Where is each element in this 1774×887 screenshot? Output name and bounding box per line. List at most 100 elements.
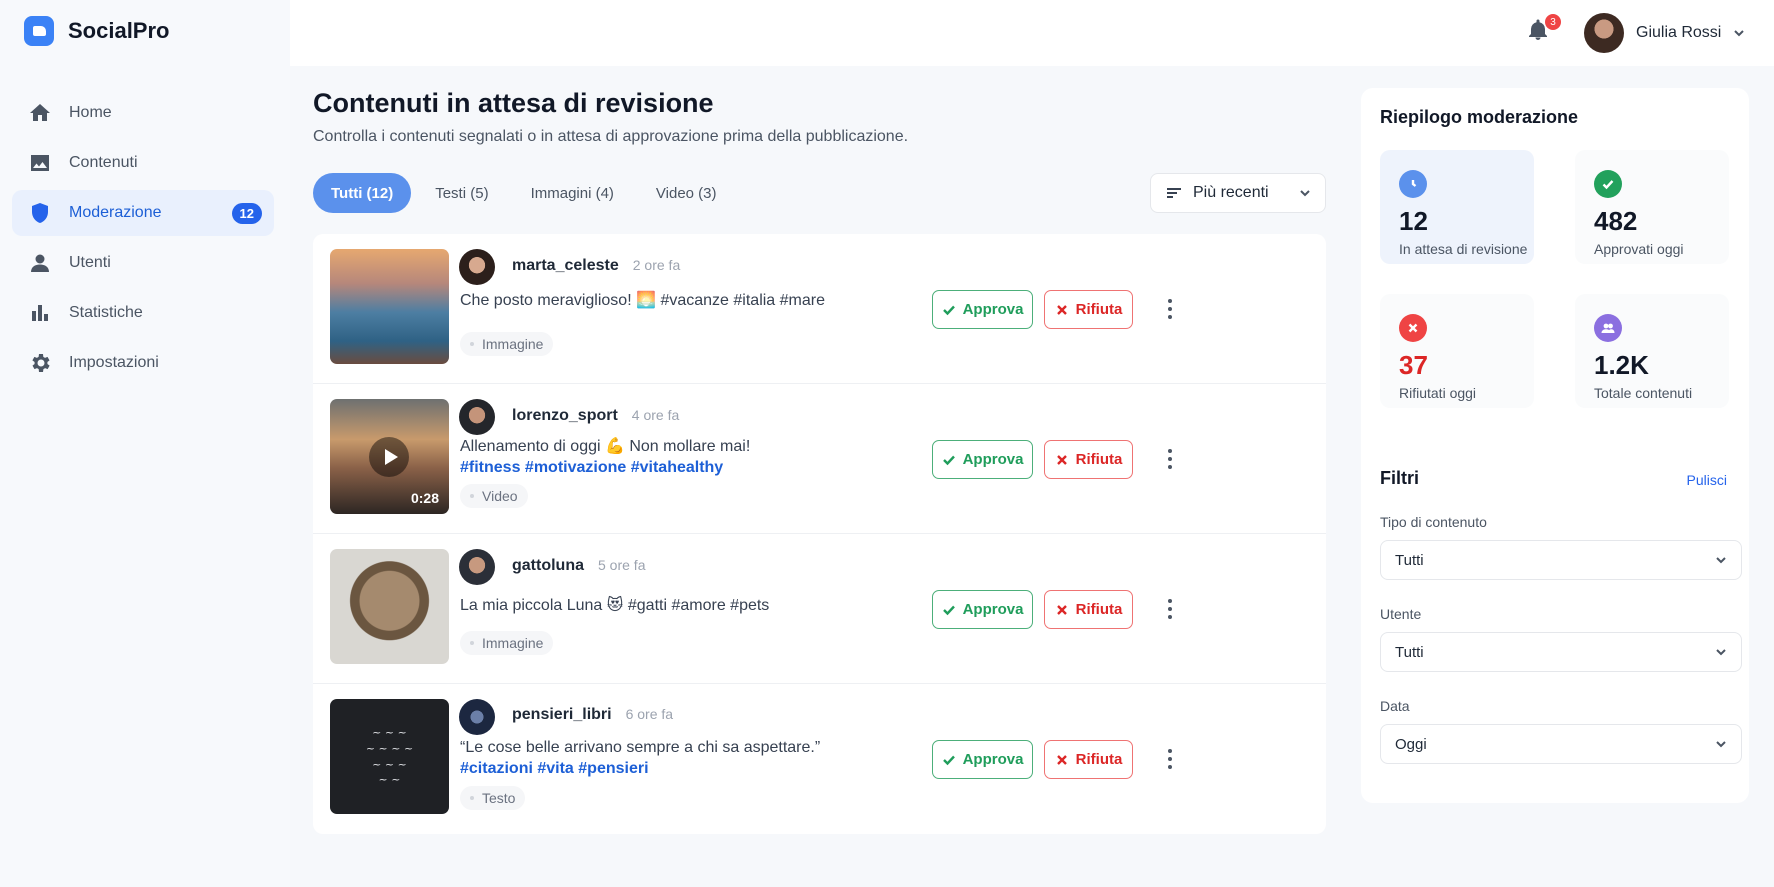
reject-button[interactable]: Rifiuta [1044, 290, 1133, 329]
author-name[interactable]: lorenzo_sport 4 ore fa [512, 407, 679, 425]
reject-button[interactable]: Rifiuta [1044, 590, 1133, 629]
app-name: SocialPro [68, 18, 170, 43]
sidebar: SocialPro Home Contenuti Moderazione 12 … [0, 0, 290, 887]
author-avatar[interactable] [459, 549, 495, 585]
stat-label: Approvati oggi [1594, 241, 1684, 257]
author-name[interactable]: marta_celeste 2 ore fa [512, 257, 680, 275]
filter-tabs: Tutti (12) Testi (5) Immagini (4) Video … [313, 173, 735, 213]
user-filter-label: Utente [1380, 606, 1422, 622]
post-time: 5 ore fa [598, 557, 646, 573]
post-hashtags[interactable]: #citazioni #vita #pensieri [460, 760, 649, 778]
clock-icon [1399, 170, 1427, 198]
close-icon [1056, 304, 1067, 315]
sidebar-item-impostazioni[interactable]: Impostazioni [12, 340, 274, 386]
author-name[interactable]: gattoluna 5 ore fa [512, 557, 645, 575]
close-icon [1056, 754, 1067, 765]
date-select[interactable]: Oggi [1380, 724, 1742, 764]
sort-icon [1167, 188, 1181, 198]
author-avatar[interactable] [459, 399, 495, 435]
post-hashtags[interactable]: #fitness #motivazione #vitahealthy [460, 459, 723, 477]
sidebar-item-moderazione[interactable]: Moderazione 12 [12, 190, 274, 236]
stat-value: 37 [1399, 350, 1428, 380]
content-type-badge: Video [460, 484, 528, 508]
content-type-select[interactable]: Tutti [1380, 540, 1742, 580]
stat-approved: 482 Approvati oggi [1575, 150, 1729, 264]
check-circle-icon [1594, 170, 1622, 198]
date-filter-label: Data [1380, 698, 1410, 714]
sidebar-item-label: Statistiche [69, 304, 143, 321]
stat-value: 482 [1594, 206, 1638, 236]
moderation-summary-panel: Riepilogo moderazione 12 In attesa di re… [1361, 88, 1749, 803]
chevron-down-icon [1734, 30, 1745, 37]
approve-label: Approva [962, 301, 1024, 318]
user-icon [31, 254, 49, 272]
content-type-label: Tipo di contenuto [1380, 514, 1487, 530]
tab-tutti[interactable]: Tutti (12) [313, 173, 412, 213]
sidebar-item-home[interactable]: Home [12, 90, 274, 136]
check-icon [942, 455, 955, 465]
approve-button[interactable]: Approva [932, 590, 1033, 629]
approve-button[interactable]: Approva [932, 440, 1033, 479]
post-time: 2 ore fa [632, 257, 681, 273]
post-text: Che posto meraviglioso! 🌅 #vacanze #ital… [460, 292, 825, 309]
content-row: ~ ~ ~ ~ ~ ~ ~ ~ ~ ~ ~ ~ pensieri_libri 6 ore… [313, 684, 1326, 834]
author-avatar[interactable] [459, 699, 495, 735]
user-select[interactable]: Tutti [1380, 632, 1742, 672]
author-name[interactable]: pensieri_libri 6 ore fa [512, 706, 673, 724]
check-icon [942, 755, 955, 765]
chevron-down-icon [1716, 741, 1726, 748]
app-logo[interactable]: SocialPro [24, 16, 169, 46]
quote-image-text: ~ ~ ~ ~ ~ ~ ~ ~ ~ ~ ~ ~ [365, 725, 414, 787]
author-username: lorenzo_sport [512, 407, 618, 424]
date-filter-value: Oggi [1395, 735, 1427, 753]
sidebar-item-contenuti[interactable]: Contenuti [12, 140, 274, 186]
stat-label: Totale contenuti [1594, 385, 1693, 401]
sidebar-item-statistiche[interactable]: Statistiche [12, 290, 274, 336]
sort-label: Più recenti [1193, 184, 1269, 201]
approve-label: Approva [962, 601, 1024, 618]
approve-button[interactable]: Approva [932, 290, 1033, 329]
stat-value: 12 [1399, 206, 1428, 236]
page-subtitle: Controlla i contenuti segnalati o in att… [313, 128, 909, 145]
more-options-icon[interactable] [1165, 599, 1175, 619]
post-thumbnail[interactable] [330, 549, 449, 664]
sidebar-item-label: Impostazioni [69, 354, 159, 371]
close-circle-icon [1399, 314, 1427, 342]
play-icon[interactable] [369, 437, 409, 477]
post-text: Allenamento di oggi 💪 Non mollare mai! [460, 438, 751, 455]
logo-icon [24, 16, 54, 46]
sidebar-item-utenti[interactable]: Utenti [12, 240, 274, 286]
tab-testi[interactable]: Testi (5) [417, 173, 506, 213]
approve-button[interactable]: Approva [932, 740, 1033, 779]
sort-dropdown[interactable]: Più recenti [1150, 173, 1326, 213]
reject-button[interactable]: Rifiuta [1044, 440, 1133, 479]
chevron-down-icon [1716, 557, 1726, 564]
video-duration: 0:28 [410, 490, 439, 506]
reject-label: Rifiuta [1075, 301, 1123, 318]
tab-immagini[interactable]: Immagini (4) [513, 173, 632, 213]
reject-button[interactable]: Rifiuta [1044, 740, 1133, 779]
shield-icon [32, 203, 48, 223]
post-thumbnail[interactable]: ~ ~ ~ ~ ~ ~ ~ ~ ~ ~ ~ ~ [330, 699, 449, 814]
stat-label: Rifiutati oggi [1399, 385, 1477, 401]
more-options-icon[interactable] [1165, 299, 1175, 319]
user-avatar [1584, 13, 1624, 53]
author-avatar[interactable] [459, 249, 495, 285]
stat-total: 1.2K Totale contenuti [1575, 294, 1729, 408]
clear-filters-link[interactable]: Pulisci [1687, 472, 1727, 488]
more-options-icon[interactable] [1165, 749, 1175, 769]
reject-label: Rifiuta [1075, 601, 1123, 618]
approve-label: Approva [962, 751, 1024, 768]
check-icon [942, 605, 955, 615]
post-thumbnail[interactable] [330, 249, 449, 364]
more-options-icon[interactable] [1165, 449, 1175, 469]
post-thumbnail[interactable]: 0:28 [330, 399, 449, 514]
content-type-label: Testo [482, 790, 516, 806]
notifications-button[interactable]: 3 [1526, 14, 1561, 46]
home-icon [30, 104, 50, 121]
content-type-badge: Testo [460, 786, 526, 810]
tab-video[interactable]: Video (3) [638, 173, 735, 213]
check-icon [942, 305, 955, 315]
user-menu[interactable]: Giulia Rossi [1584, 13, 1745, 53]
main-content: Contenuti in attesa di revisione Control… [290, 66, 1350, 887]
